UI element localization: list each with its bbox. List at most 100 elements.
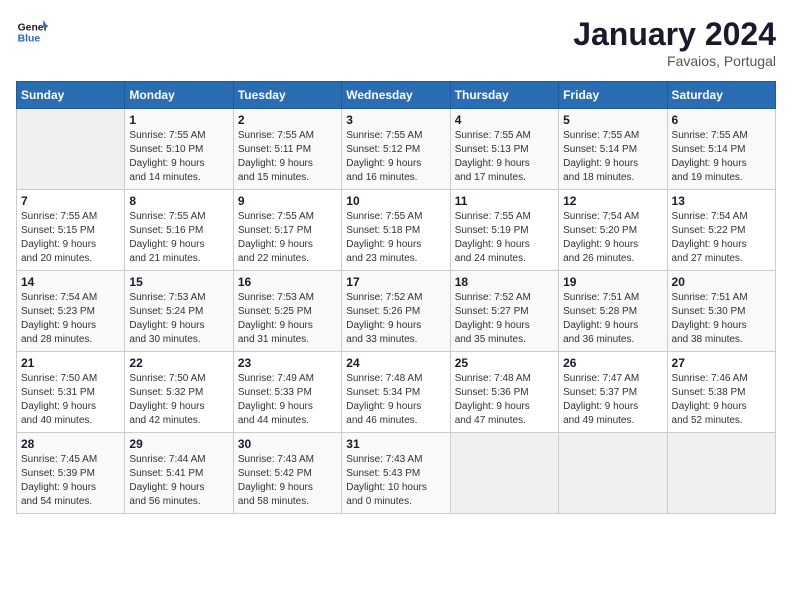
day-number: 10 (346, 194, 445, 208)
calendar-cell: 6 Sunrise: 7:55 AM Sunset: 5:14 PM Daylig… (667, 109, 775, 190)
day-number: 5 (563, 113, 662, 127)
day-number: 7 (21, 194, 120, 208)
day-info: Sunrise: 7:51 AM Sunset: 5:28 PM Dayligh… (563, 291, 662, 347)
calendar-header: General Blue January 2024 Favaios, Portu… (16, 16, 776, 69)
calendar-cell: 19 Sunrise: 7:51 AM Sunset: 5:28 PM Dayli… (559, 271, 667, 352)
day-info: Sunrise: 7:54 AM Sunset: 5:20 PM Dayligh… (563, 210, 662, 266)
day-info: Sunrise: 7:50 AM Sunset: 5:31 PM Dayligh… (21, 372, 120, 428)
day-info: Sunrise: 7:55 AM Sunset: 5:11 PM Dayligh… (238, 129, 337, 185)
calendar-cell: 26 Sunrise: 7:47 AM Sunset: 5:37 PM Dayli… (559, 352, 667, 433)
day-number: 8 (129, 194, 228, 208)
day-number: 6 (672, 113, 771, 127)
day-number: 17 (346, 275, 445, 289)
day-info: Sunrise: 7:55 AM Sunset: 5:14 PM Dayligh… (672, 129, 771, 185)
calendar-table: SundayMondayTuesdayWednesdayThursdayFrid… (16, 81, 776, 514)
day-info: Sunrise: 7:55 AM Sunset: 5:17 PM Dayligh… (238, 210, 337, 266)
day-info: Sunrise: 7:50 AM Sunset: 5:32 PM Dayligh… (129, 372, 228, 428)
calendar-cell (667, 433, 775, 514)
day-number: 11 (455, 194, 554, 208)
calendar-cell: 29 Sunrise: 7:44 AM Sunset: 5:41 PM Dayli… (125, 433, 233, 514)
calendar-cell: 25 Sunrise: 7:48 AM Sunset: 5:36 PM Dayli… (450, 352, 558, 433)
day-info: Sunrise: 7:54 AM Sunset: 5:22 PM Dayligh… (672, 210, 771, 266)
calendar-cell (450, 433, 558, 514)
day-number: 9 (238, 194, 337, 208)
calendar-subtitle: Favaios, Portugal (573, 53, 776, 69)
day-info: Sunrise: 7:44 AM Sunset: 5:41 PM Dayligh… (129, 453, 228, 509)
day-number: 1 (129, 113, 228, 127)
day-number: 26 (563, 356, 662, 370)
calendar-cell (559, 433, 667, 514)
calendar-cell: 21 Sunrise: 7:50 AM Sunset: 5:31 PM Dayli… (17, 352, 125, 433)
calendar-cell: 1Sunrise: 7:55 AM Sunset: 5:10 PM Daylig… (125, 109, 233, 190)
calendar-cell: 31Sunrise: 7:43 AM Sunset: 5:43 PM Dayli… (342, 433, 450, 514)
day-number: 24 (346, 356, 445, 370)
day-number: 15 (129, 275, 228, 289)
day-info: Sunrise: 7:52 AM Sunset: 5:27 PM Dayligh… (455, 291, 554, 347)
col-header-sunday: Sunday (17, 82, 125, 109)
day-number: 19 (563, 275, 662, 289)
day-info: Sunrise: 7:52 AM Sunset: 5:26 PM Dayligh… (346, 291, 445, 347)
col-header-friday: Friday (559, 82, 667, 109)
calendar-cell: 30Sunrise: 7:43 AM Sunset: 5:42 PM Dayli… (233, 433, 341, 514)
day-number: 31 (346, 437, 445, 451)
day-number: 3 (346, 113, 445, 127)
calendar-cell: 2 Sunrise: 7:55 AM Sunset: 5:11 PM Daylig… (233, 109, 341, 190)
calendar-cell: 7 Sunrise: 7:55 AM Sunset: 5:15 PM Daylig… (17, 190, 125, 271)
col-header-wednesday: Wednesday (342, 82, 450, 109)
calendar-cell (17, 109, 125, 190)
day-info: Sunrise: 7:48 AM Sunset: 5:34 PM Dayligh… (346, 372, 445, 428)
day-number: 25 (455, 356, 554, 370)
calendar-cell: 18Sunrise: 7:52 AM Sunset: 5:27 PM Dayli… (450, 271, 558, 352)
day-number: 4 (455, 113, 554, 127)
calendar-cell: 8 Sunrise: 7:55 AM Sunset: 5:16 PM Daylig… (125, 190, 233, 271)
col-header-thursday: Thursday (450, 82, 558, 109)
calendar-cell: 3Sunrise: 7:55 AM Sunset: 5:12 PM Daylig… (342, 109, 450, 190)
svg-text:Blue: Blue (18, 34, 41, 45)
day-info: Sunrise: 7:49 AM Sunset: 5:33 PM Dayligh… (238, 372, 337, 428)
day-info: Sunrise: 7:46 AM Sunset: 5:38 PM Dayligh… (672, 372, 771, 428)
calendar-cell: 23 Sunrise: 7:49 AM Sunset: 5:33 PM Dayli… (233, 352, 341, 433)
day-info: Sunrise: 7:51 AM Sunset: 5:30 PM Dayligh… (672, 291, 771, 347)
logo: General Blue (16, 16, 48, 48)
day-info: Sunrise: 7:55 AM Sunset: 5:19 PM Dayligh… (455, 210, 554, 266)
calendar-cell: 16 Sunrise: 7:53 AM Sunset: 5:25 PM Dayli… (233, 271, 341, 352)
calendar-cell: 24 Sunrise: 7:48 AM Sunset: 5:34 PM Dayli… (342, 352, 450, 433)
day-number: 2 (238, 113, 337, 127)
day-number: 23 (238, 356, 337, 370)
day-info: Sunrise: 7:53 AM Sunset: 5:25 PM Dayligh… (238, 291, 337, 347)
day-info: Sunrise: 7:55 AM Sunset: 5:15 PM Dayligh… (21, 210, 120, 266)
day-number: 13 (672, 194, 771, 208)
calendar-cell: 20 Sunrise: 7:51 AM Sunset: 5:30 PM Dayli… (667, 271, 775, 352)
day-info: Sunrise: 7:43 AM Sunset: 5:42 PM Dayligh… (238, 453, 337, 509)
calendar-cell: 13 Sunrise: 7:54 AM Sunset: 5:22 PM Dayli… (667, 190, 775, 271)
day-number: 21 (21, 356, 120, 370)
day-number: 28 (21, 437, 120, 451)
day-info: Sunrise: 7:53 AM Sunset: 5:24 PM Dayligh… (129, 291, 228, 347)
calendar-cell: 5 Sunrise: 7:55 AM Sunset: 5:14 PM Daylig… (559, 109, 667, 190)
day-number: 20 (672, 275, 771, 289)
week-row-2: 7 Sunrise: 7:55 AM Sunset: 5:15 PM Daylig… (17, 190, 776, 271)
day-number: 16 (238, 275, 337, 289)
week-row-4: 21 Sunrise: 7:50 AM Sunset: 5:31 PM Dayli… (17, 352, 776, 433)
day-info: Sunrise: 7:55 AM Sunset: 5:13 PM Dayligh… (455, 129, 554, 185)
calendar-cell: 28 Sunrise: 7:45 AM Sunset: 5:39 PM Dayli… (17, 433, 125, 514)
day-info: Sunrise: 7:45 AM Sunset: 5:39 PM Dayligh… (21, 453, 120, 509)
calendar-cell: 14Sunrise: 7:54 AM Sunset: 5:23 PM Dayli… (17, 271, 125, 352)
day-info: Sunrise: 7:55 AM Sunset: 5:16 PM Dayligh… (129, 210, 228, 266)
calendar-cell: 22Sunrise: 7:50 AM Sunset: 5:32 PM Dayli… (125, 352, 233, 433)
day-number: 29 (129, 437, 228, 451)
calendar-cell: 12Sunrise: 7:54 AM Sunset: 5:20 PM Dayli… (559, 190, 667, 271)
day-info: Sunrise: 7:48 AM Sunset: 5:36 PM Dayligh… (455, 372, 554, 428)
calendar-cell: 17 Sunrise: 7:52 AM Sunset: 5:26 PM Dayli… (342, 271, 450, 352)
logo-icon: General Blue (16, 16, 48, 48)
day-info: Sunrise: 7:54 AM Sunset: 5:23 PM Dayligh… (21, 291, 120, 347)
day-info: Sunrise: 7:55 AM Sunset: 5:14 PM Dayligh… (563, 129, 662, 185)
calendar-cell: 15 Sunrise: 7:53 AM Sunset: 5:24 PM Dayli… (125, 271, 233, 352)
week-row-3: 14Sunrise: 7:54 AM Sunset: 5:23 PM Dayli… (17, 271, 776, 352)
calendar-cell: 4 Sunrise: 7:55 AM Sunset: 5:13 PM Daylig… (450, 109, 558, 190)
day-info: Sunrise: 7:47 AM Sunset: 5:37 PM Dayligh… (563, 372, 662, 428)
calendar-header-row: SundayMondayTuesdayWednesdayThursdayFrid… (17, 82, 776, 109)
calendar-cell: 27 Sunrise: 7:46 AM Sunset: 5:38 PM Dayli… (667, 352, 775, 433)
day-number: 27 (672, 356, 771, 370)
calendar-cell: 9 Sunrise: 7:55 AM Sunset: 5:17 PM Daylig… (233, 190, 341, 271)
